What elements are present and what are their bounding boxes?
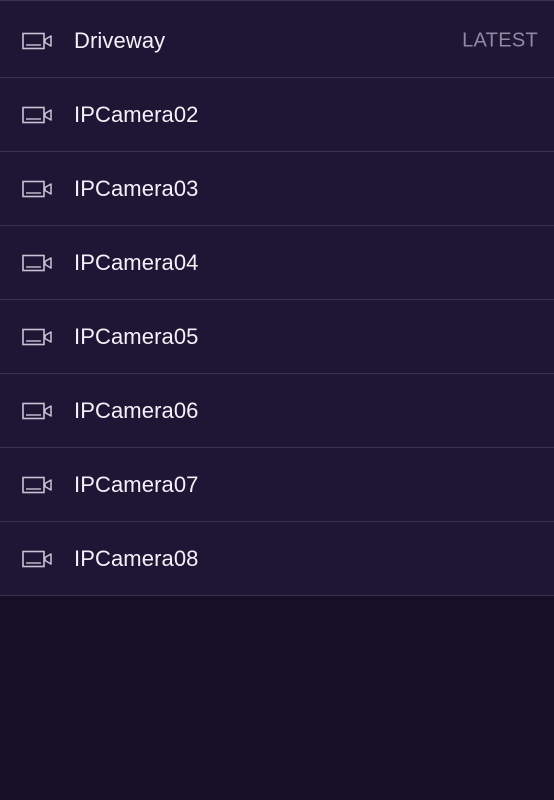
latest-badge: LATEST [462,29,538,51]
video-camera-icon [22,327,53,346]
video-camera-icon [22,401,53,420]
camera-name: IPCamera05 [74,323,199,349]
camera-row-driveway[interactable]: Driveway LATEST [0,1,554,78]
camera-row-ipcamera06[interactable]: IPCamera06 [0,374,554,448]
video-camera-icon [22,105,53,124]
camera-row-ipcamera04[interactable]: IPCamera04 [0,226,554,300]
camera-name: IPCamera04 [74,249,199,275]
camera-row-ipcamera02[interactable]: IPCamera02 [0,78,554,152]
camera-row-ipcamera03[interactable]: IPCamera03 [0,152,554,226]
camera-name: IPCamera02 [74,101,199,127]
camera-row-ipcamera07[interactable]: IPCamera07 [0,448,554,522]
video-camera-icon [22,179,53,198]
video-camera-icon [22,549,53,568]
video-camera-icon [22,31,53,50]
camera-name: Driveway [74,27,166,53]
video-camera-icon [22,253,53,272]
camera-name: IPCamera06 [74,397,199,423]
camera-list-screen: Driveway LATEST IPCamera02 IPCamera03 IP… [0,0,554,800]
camera-row-ipcamera08[interactable]: IPCamera08 [0,522,554,596]
camera-list: Driveway LATEST IPCamera02 IPCamera03 IP… [0,0,554,596]
camera-name: IPCamera03 [74,175,199,201]
video-camera-icon [22,475,53,494]
camera-row-ipcamera05[interactable]: IPCamera05 [0,300,554,374]
camera-name: IPCamera08 [74,545,199,571]
camera-name: IPCamera07 [74,471,199,497]
